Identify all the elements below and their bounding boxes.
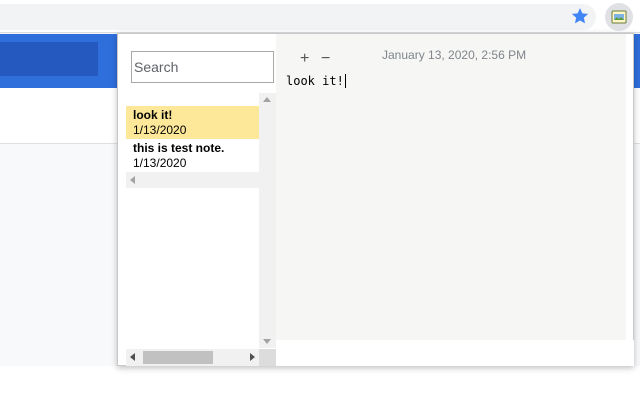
note-body-text[interactable]: look it! — [286, 74, 346, 88]
scroll-up-arrow-icon[interactable] — [263, 97, 271, 102]
note-timestamp: January 13, 2020, 2:56 PM — [382, 48, 527, 62]
address-bar[interactable] — [0, 4, 596, 30]
text-caret — [344, 74, 346, 88]
list-item[interactable]: this is test note. 1/13/2020 — [126, 139, 259, 172]
search-input[interactable] — [131, 51, 274, 83]
note-date: 1/13/2020 — [133, 156, 187, 170]
scrollbar-thumb[interactable] — [143, 351, 213, 364]
list-item[interactable]: look it! 1/13/2020 — [126, 106, 259, 139]
delete-note-button[interactable]: − — [321, 50, 330, 68]
note-editor[interactable]: + − January 13, 2020, 2:56 PM look it! — [276, 34, 626, 340]
note-title: look it! — [133, 108, 173, 122]
note-list-vertical-scrollbar[interactable] — [259, 93, 276, 348]
scroll-left-arrow-icon[interactable] — [130, 176, 135, 184]
add-note-button[interactable]: + — [300, 50, 309, 68]
note-list-horizontal-scrollbar[interactable] — [126, 172, 259, 188]
bottom-horizontal-scrollbar[interactable] — [126, 349, 259, 366]
editor-footer — [276, 340, 634, 366]
page-header-block — [0, 42, 98, 76]
note-title: this is test note. — [133, 141, 225, 155]
notes-extension-icon — [611, 10, 627, 24]
notes-extension-button[interactable] — [605, 3, 633, 31]
notes-popup: look it! 1/13/2020 this is test note. 1/… — [117, 33, 634, 366]
bookmark-star-icon[interactable] — [570, 6, 590, 26]
scroll-down-arrow-icon[interactable] — [263, 339, 271, 344]
browser-toolbar — [0, 0, 640, 33]
note-body-content: look it! — [286, 74, 344, 88]
scroll-right-arrow-icon[interactable] — [250, 353, 255, 361]
scroll-left-arrow-icon[interactable] — [130, 353, 135, 361]
scrollbar-corner — [259, 349, 276, 366]
note-date: 1/13/2020 — [133, 123, 187, 137]
